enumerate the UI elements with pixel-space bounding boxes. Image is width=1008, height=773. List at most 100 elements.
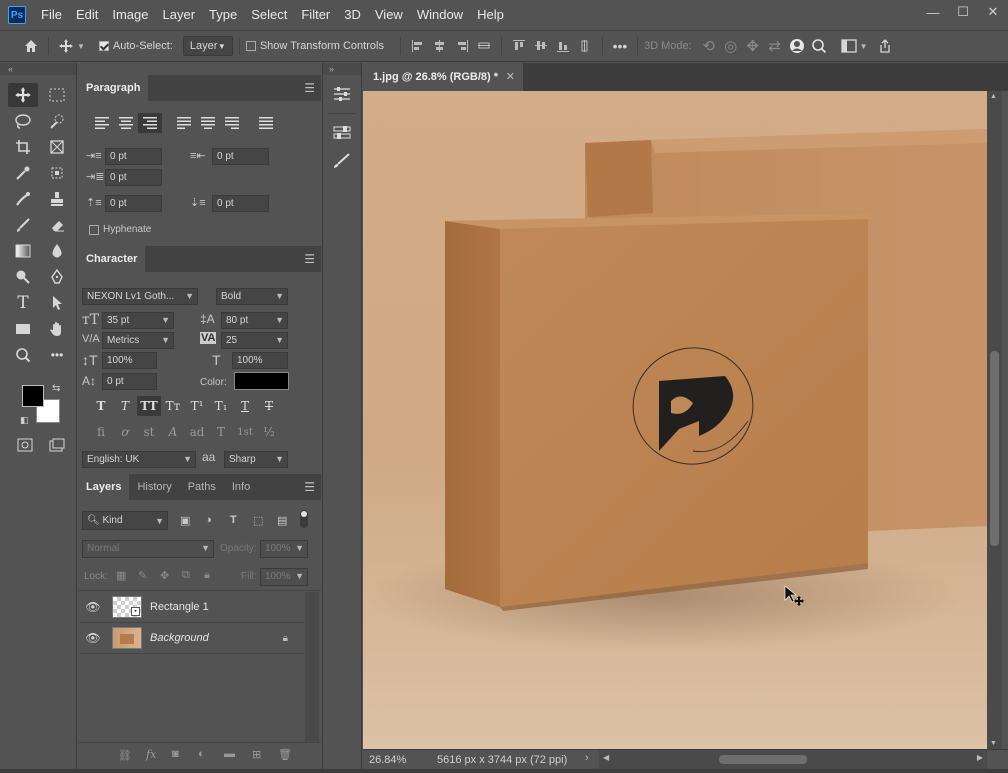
3d-pan-icon[interactable]: ✥	[742, 35, 764, 57]
quick-mask-icon[interactable]	[10, 433, 40, 457]
ordinals-button[interactable]: 1st	[233, 422, 257, 442]
align-vertical-centers-icon[interactable]	[530, 35, 552, 57]
pen-tool[interactable]	[42, 265, 72, 289]
vertical-scale-field[interactable]: 100%	[102, 352, 157, 369]
layer-row-rectangle-1[interactable]: 👁︎ ▪ Rectangle 1	[80, 592, 304, 623]
space-before-field[interactable]: 0 pt	[105, 195, 162, 212]
zoom-tool[interactable]	[8, 343, 38, 367]
panel-menu-icon[interactable]: ☰	[304, 81, 315, 95]
blend-mode-dropdown[interactable]: Normal ▼	[82, 540, 214, 558]
menu-edit[interactable]: Edit	[69, 0, 105, 30]
blur-tool[interactable]	[42, 239, 72, 263]
swap-colors-icon[interactable]: ⇆	[52, 383, 60, 394]
menu-select[interactable]: Select	[244, 0, 294, 30]
stylistic-alternates-button[interactable]: ad	[185, 422, 209, 442]
add-mask-icon[interactable]: ◙	[172, 748, 179, 760]
layer-row-background[interactable]: 👁︎ Background 🔒︎	[80, 623, 304, 654]
filter-toggle-icon[interactable]	[300, 510, 308, 531]
eraser-tool[interactable]	[42, 213, 72, 237]
font-family-dropdown[interactable]: NEXON Lv1 Goth... ▼	[82, 288, 198, 305]
titling-alternates-button[interactable]: T	[209, 422, 233, 442]
dock-header[interactable]: »	[323, 63, 361, 75]
brush-settings-panel-icon[interactable]	[327, 148, 357, 174]
filter-shape-icon[interactable]: ⬚	[253, 514, 263, 527]
tab-layers[interactable]: Layers	[78, 474, 130, 500]
minimize-button[interactable]: —	[918, 0, 948, 24]
fill-field[interactable]: 100% ▼	[260, 568, 308, 586]
align-top-edges-icon[interactable]	[508, 35, 530, 57]
user-profile-icon[interactable]	[786, 35, 808, 57]
search-icon[interactable]	[808, 35, 830, 57]
edit-toolbar-icon[interactable]: •••	[42, 343, 72, 367]
underline-button[interactable]: T	[233, 396, 257, 416]
eyedropper-tool[interactable]	[8, 161, 38, 185]
align-center-text-icon[interactable]	[114, 113, 138, 133]
tab-character[interactable]: Character	[78, 246, 146, 272]
adjustments-panel-icon[interactable]	[327, 120, 357, 146]
all-caps-button[interactable]: TT	[137, 396, 161, 416]
indent-left-field[interactable]: 0 pt	[105, 148, 162, 165]
horizontal-scrollbar[interactable]: ◀ ▶	[599, 750, 987, 770]
distribute-vertical-icon[interactable]	[574, 35, 596, 57]
lock-all-icon[interactable]: 🔒︎	[204, 569, 210, 582]
anti-aliasing-dropdown[interactable]: Sharp ▼	[224, 451, 288, 468]
tab-history[interactable]: History	[129, 474, 179, 500]
align-bottom-edges-icon[interactable]	[552, 35, 574, 57]
kerning-field[interactable]: Metrics ▼	[102, 332, 174, 349]
tab-paragraph[interactable]: Paragraph	[78, 75, 149, 101]
small-caps-button[interactable]: Tт	[161, 396, 185, 416]
layer-name[interactable]: Background	[150, 632, 209, 644]
gradient-tool[interactable]	[8, 239, 38, 263]
visibility-eye-icon[interactable]: 👁︎	[80, 600, 106, 614]
text-color-swatch[interactable]	[234, 372, 289, 390]
lock-transparent-icon[interactable]: ▦	[116, 569, 126, 582]
document-tab[interactable]: 1.jpg @ 26.8% (RGB/8) * ✕	[363, 63, 523, 91]
menu-layer[interactable]: Layer	[156, 0, 203, 30]
filter-type-icon[interactable]: T	[230, 514, 237, 526]
hand-tool[interactable]	[42, 317, 72, 341]
chevron-down-icon[interactable]: ▼	[860, 42, 868, 51]
align-horizontal-centers-icon[interactable]	[429, 35, 451, 57]
menu-help[interactable]: Help	[470, 0, 511, 30]
panel-menu-icon[interactable]: ☰	[304, 480, 315, 494]
filter-adjustment-icon[interactable]: ◑	[205, 514, 212, 526]
menu-filter[interactable]: Filter	[294, 0, 337, 30]
close-tab-icon[interactable]: ✕	[506, 63, 515, 91]
healing-brush-tool[interactable]	[8, 187, 38, 211]
justify-last-right-icon[interactable]	[220, 113, 244, 133]
align-left-edges-icon[interactable]	[407, 35, 429, 57]
dodge-tool[interactable]	[8, 265, 38, 289]
scroll-down-icon[interactable]: ▼	[990, 740, 997, 747]
3d-slide-icon[interactable]: ⇄	[764, 35, 786, 57]
scroll-right-icon[interactable]: ▶	[977, 753, 983, 762]
chevron-down-icon[interactable]: ▼	[77, 42, 85, 51]
path-selection-tool[interactable]	[42, 291, 72, 315]
standard-ligatures-button[interactable]: fi	[89, 422, 113, 442]
faux-italic-button[interactable]: T	[113, 396, 137, 416]
font-size-field[interactable]: 35 pt ▼	[102, 312, 174, 329]
lock-image-icon[interactable]: ✎	[138, 569, 147, 582]
menu-file[interactable]: File	[34, 0, 69, 30]
3d-roll-icon[interactable]: ◎	[720, 35, 742, 57]
frame-tool[interactable]	[42, 135, 72, 159]
faux-bold-button[interactable]: T	[89, 396, 113, 416]
auto-select-target-dropdown[interactable]: Layer ▼	[182, 36, 233, 56]
object-selection-tool[interactable]	[42, 161, 72, 185]
show-transform-checkbox[interactable]	[245, 41, 256, 51]
discretionary-ligatures-button[interactable]: st	[137, 422, 161, 442]
space-after-field[interactable]: 0 pt	[212, 195, 269, 212]
justify-last-left-icon[interactable]	[172, 113, 196, 133]
document-canvas[interactable]	[363, 91, 987, 749]
vertical-scrollbar[interactable]: ▲ ▼	[987, 91, 1002, 749]
strikethrough-button[interactable]: T	[257, 396, 281, 416]
status-expand-icon[interactable]: ›	[585, 752, 589, 764]
visibility-eye-icon[interactable]: 👁︎	[80, 631, 106, 645]
zoom-level[interactable]: 26.84%	[363, 754, 423, 766]
quick-selection-tool[interactable]	[42, 109, 72, 133]
rectangle-tool[interactable]	[8, 317, 38, 341]
filter-pixel-icon[interactable]: ▣	[180, 514, 190, 527]
maximize-button[interactable]: ☐	[948, 0, 978, 24]
lasso-tool[interactable]	[8, 109, 38, 133]
menu-type[interactable]: Type	[202, 0, 244, 30]
type-tool[interactable]: T	[8, 291, 38, 315]
